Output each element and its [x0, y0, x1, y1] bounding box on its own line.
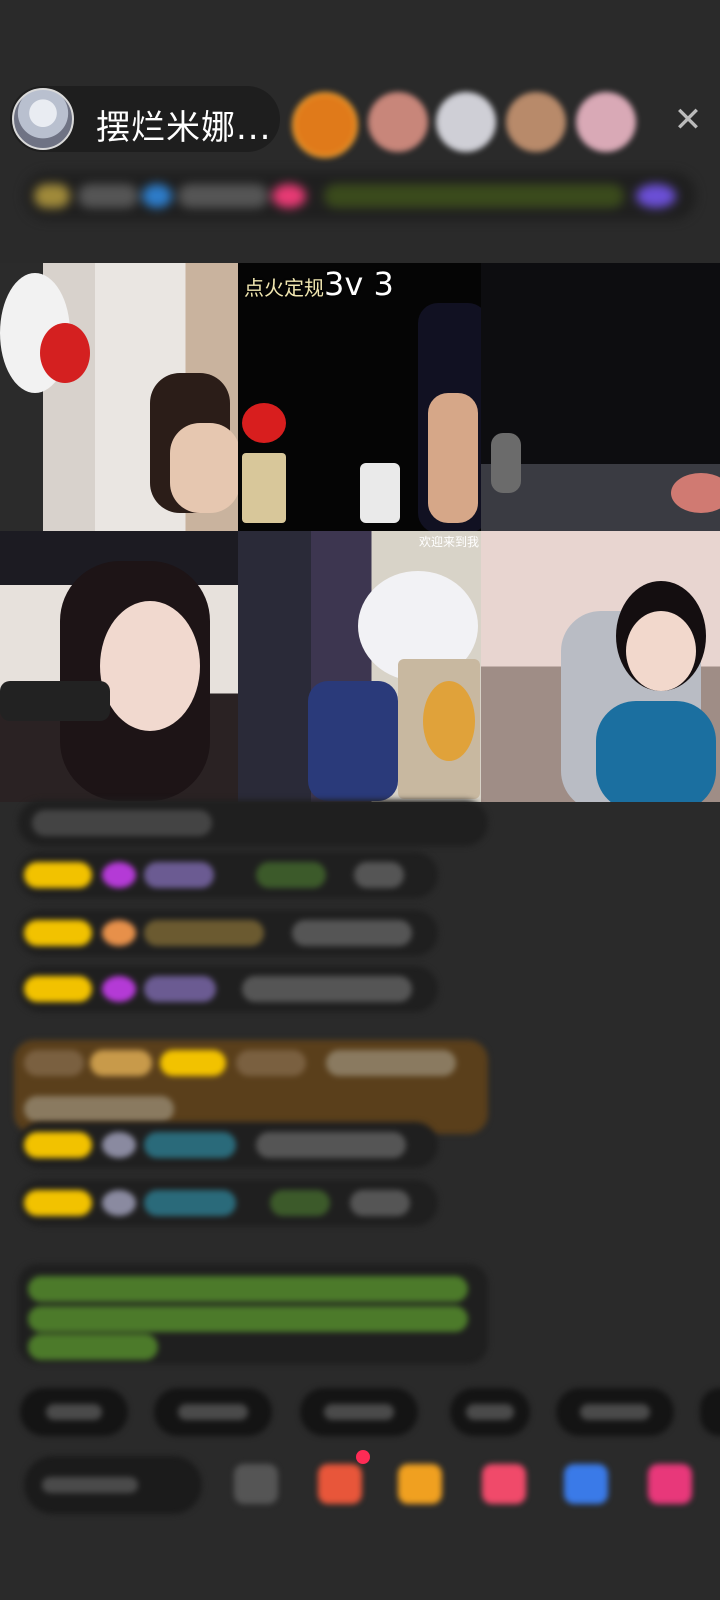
- chat-message-1[interactable]: [18, 852, 438, 898]
- host-name: 摆烂米娜...: [96, 108, 272, 148]
- chat-welcome-notice: [18, 1264, 488, 1364]
- gift-icon[interactable]: [648, 1464, 692, 1504]
- gift-box-icon[interactable]: [398, 1464, 442, 1504]
- chat-message-2[interactable]: [18, 910, 438, 956]
- shop-icon[interactable]: [318, 1464, 362, 1504]
- comment-input[interactable]: [24, 1456, 202, 1514]
- quick-reply-1[interactable]: [20, 1388, 128, 1436]
- quick-reply-3[interactable]: [300, 1388, 418, 1436]
- chat-message-4[interactable]: [18, 1122, 438, 1168]
- top-viewer-avatar-1[interactable]: [292, 92, 358, 158]
- video-tile-2[interactable]: 点火定规3v 3: [238, 263, 481, 531]
- host-info-pill[interactable]: 摆烂米娜...: [10, 86, 280, 152]
- welcome-label: 欢迎来到我: [418, 535, 479, 549]
- heart-gift-icon[interactable]: [482, 1464, 526, 1504]
- video-tile-4[interactable]: [0, 531, 238, 802]
- emoji-icon[interactable]: [234, 1464, 278, 1504]
- top-viewer-avatar-5[interactable]: [576, 92, 636, 152]
- chat-message-5[interactable]: [18, 1180, 438, 1226]
- chat-highlight-message[interactable]: [14, 1040, 488, 1134]
- chat-system-message: [18, 800, 488, 846]
- close-icon[interactable]: ✕: [670, 102, 706, 138]
- chat-message-3[interactable]: [18, 966, 438, 1012]
- pk-label: 点火定规3v 3: [244, 265, 394, 303]
- video-tile-6[interactable]: [481, 531, 720, 802]
- quick-reply-5[interactable]: [556, 1388, 674, 1436]
- game-icon[interactable]: [564, 1464, 608, 1504]
- quick-reply-2[interactable]: [154, 1388, 272, 1436]
- quick-reply-6[interactable]: [700, 1388, 720, 1436]
- top-viewer-avatar-2[interactable]: [368, 92, 428, 152]
- video-tile-3[interactable]: [481, 263, 720, 531]
- top-viewer-avatar-3[interactable]: [436, 92, 496, 152]
- video-tile-1[interactable]: [0, 263, 238, 531]
- video-tile-5[interactable]: 欢迎来到我: [238, 531, 481, 802]
- host-avatar[interactable]: [12, 88, 74, 150]
- notification-dot: [356, 1450, 370, 1464]
- room-info-bar[interactable]: [24, 172, 696, 220]
- top-viewer-avatar-4[interactable]: [506, 92, 566, 152]
- pk-video-grid: 点火定规3v 3 欢迎来到我: [0, 263, 720, 802]
- quick-reply-4[interactable]: [450, 1388, 530, 1436]
